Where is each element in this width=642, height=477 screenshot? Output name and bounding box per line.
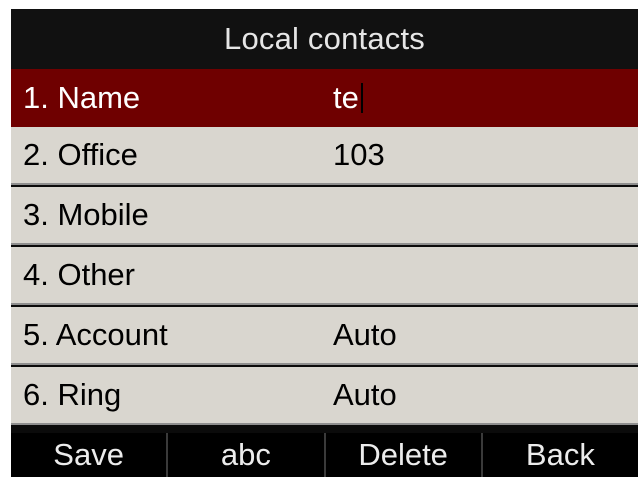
field-mobile-row[interactable]: 3. Mobile	[11, 187, 638, 245]
field-account-row[interactable]: 5. Account Auto	[11, 307, 638, 365]
text-cursor	[360, 83, 363, 113]
field-ring-value[interactable]: Auto	[333, 367, 397, 423]
phone-screen: Local contacts 1. Name te 2. Office 103 …	[11, 9, 638, 477]
field-mobile-label: 3. Mobile	[23, 197, 149, 232]
field-other-label: 4. Other	[23, 257, 135, 292]
field-account-label: 5. Account	[23, 317, 168, 352]
field-account-value[interactable]: Auto	[333, 307, 397, 363]
field-name-row[interactable]: 1. Name te	[11, 69, 638, 127]
back-button[interactable]: Back	[483, 433, 638, 477]
field-name-label: 1. Name	[23, 80, 141, 115]
softkey-bar: Save abc Delete Back	[11, 433, 638, 477]
field-other-row[interactable]: 4. Other	[11, 247, 638, 305]
delete-button[interactable]: Delete	[326, 433, 483, 477]
input-mode-button[interactable]: abc	[168, 433, 326, 477]
field-office-value[interactable]: 103	[333, 127, 385, 183]
field-ring-row[interactable]: 6. Ring Auto	[11, 367, 638, 425]
field-office-row[interactable]: 2. Office 103	[11, 127, 638, 185]
save-button[interactable]: Save	[11, 433, 169, 477]
field-name-input[interactable]: te	[333, 69, 363, 127]
field-office-label: 2. Office	[23, 137, 138, 172]
page-title: Local contacts	[11, 9, 638, 69]
field-ring-label: 6. Ring	[23, 377, 122, 412]
field-name-value: te	[333, 80, 359, 115]
